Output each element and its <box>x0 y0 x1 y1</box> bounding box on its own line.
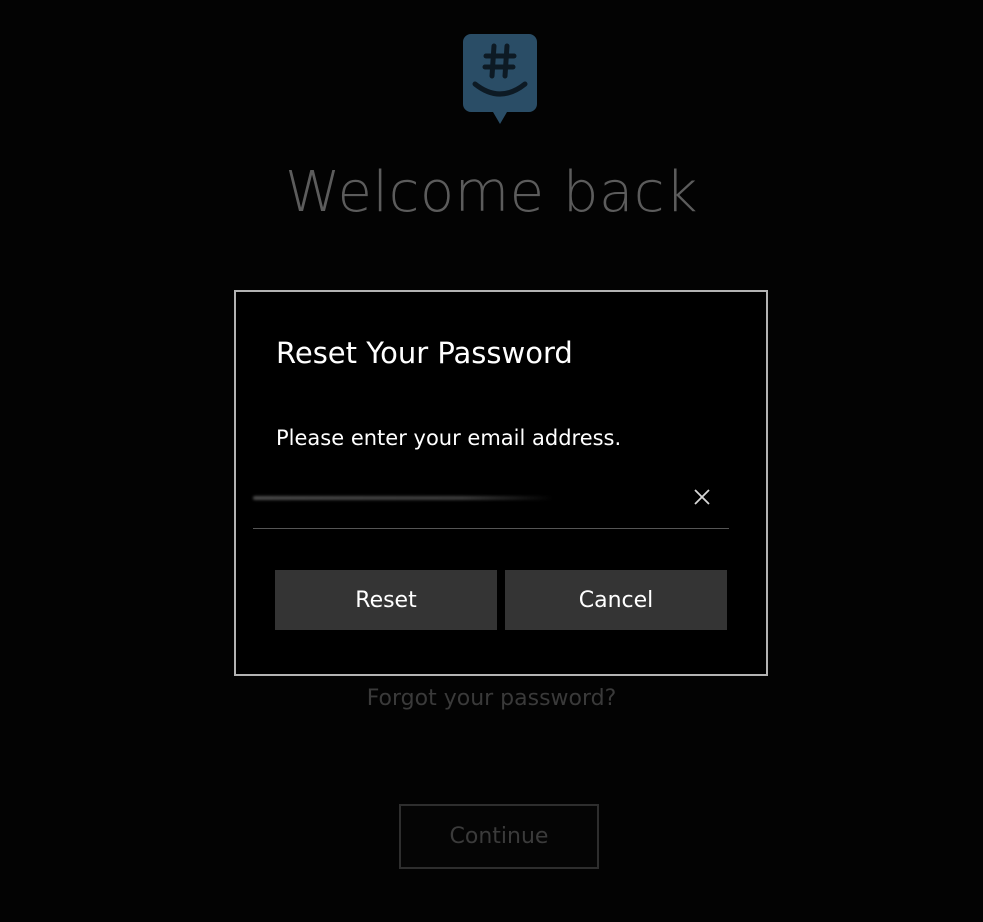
redacted-email-text <box>253 496 553 500</box>
dialog-message: Please enter your email address. <box>276 426 622 450</box>
app-window: Welcome back Forgot your password? Conti… <box>0 0 983 922</box>
continue-button[interactable]: Continue <box>399 804 599 869</box>
close-icon[interactable] <box>689 484 715 510</box>
groupme-logo-icon <box>463 34 537 124</box>
forgot-password-link[interactable]: Forgot your password? <box>0 686 983 711</box>
reset-password-dialog: Reset Your Password Please enter your em… <box>234 290 768 676</box>
dialog-title: Reset Your Password <box>276 336 573 370</box>
reset-button[interactable]: Reset <box>275 570 497 630</box>
email-field <box>253 478 729 529</box>
cancel-button[interactable]: Cancel <box>505 570 727 630</box>
welcome-title: Welcome back <box>284 160 699 225</box>
email-input[interactable] <box>253 484 677 516</box>
